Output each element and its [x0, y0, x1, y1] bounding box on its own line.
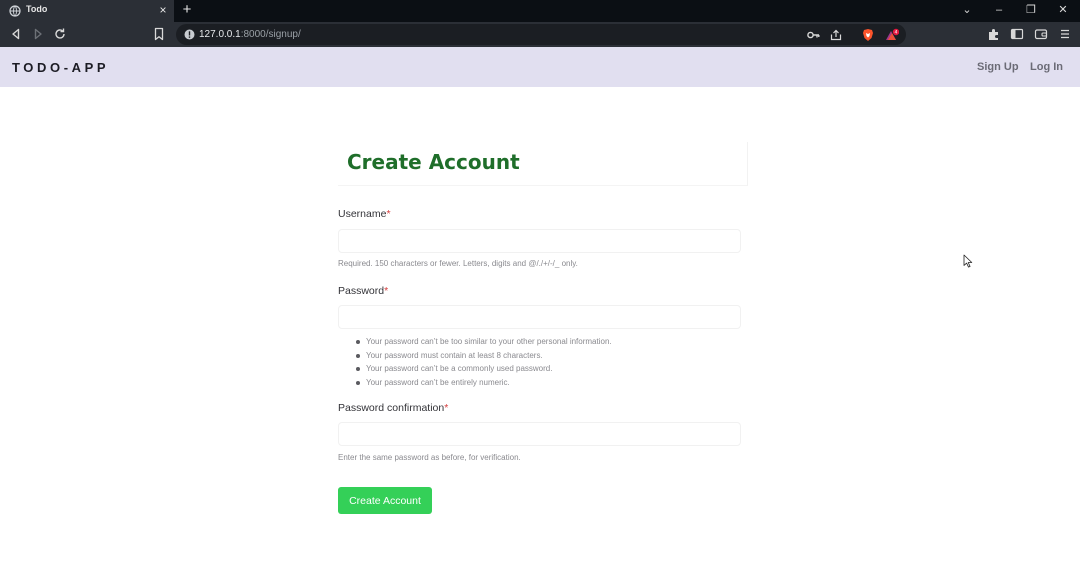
create-account-button[interactable]: Create Account: [338, 487, 432, 514]
address-bar[interactable]: 127.0.0.1:8000/signup/ 4: [176, 24, 906, 45]
page-title: Create Account: [347, 150, 520, 174]
key-icon[interactable]: [806, 28, 820, 42]
url-text[interactable]: 127.0.0.1:8000/signup/: [199, 29, 301, 40]
brave-shield-icon[interactable]: [861, 28, 875, 42]
rewards-badge-count: 4: [895, 30, 898, 36]
tab-title: Todo: [26, 4, 48, 14]
extensions-icon[interactable]: [987, 27, 1001, 41]
brave-rewards-icon[interactable]: 4: [885, 28, 899, 42]
nav-login-link[interactable]: Log In: [1030, 61, 1063, 73]
password-label: Password*: [338, 285, 389, 297]
password-confirmation-input[interactable]: [338, 422, 741, 446]
username-help-text: Required. 150 characters or fewer. Lette…: [338, 259, 578, 268]
password-input[interactable]: [338, 305, 741, 329]
close-window-button[interactable]: ✕: [1053, 1, 1073, 19]
required-mark: *: [386, 208, 391, 220]
wallet-icon[interactable]: [1034, 27, 1048, 41]
password-confirmation-label: Password confirmation*: [338, 402, 449, 414]
restore-button[interactable]: ❐: [1021, 1, 1041, 19]
reload-icon[interactable]: [52, 26, 68, 42]
forward-icon[interactable]: [30, 26, 46, 42]
nav-signup-link[interactable]: Sign Up: [977, 61, 1019, 73]
new-tab-button[interactable]: +: [179, 1, 195, 19]
back-icon[interactable]: [8, 26, 24, 42]
password-help-item: Your password must contain at least 8 ch…: [356, 349, 612, 363]
share-icon[interactable]: [829, 28, 843, 42]
password-help-item: Your password can’t be too similar to yo…: [356, 335, 612, 349]
browser-toolbar: 127.0.0.1:8000/signup/ 4: [0, 22, 1080, 47]
globe-icon: [9, 5, 21, 17]
tab-search-icon[interactable]: ⌄: [957, 1, 977, 19]
app-navbar: TODO-APP Sign Up Log In: [0, 47, 1080, 87]
required-mark: *: [384, 285, 389, 297]
info-icon[interactable]: [184, 29, 195, 40]
browser-tab-todo[interactable]: Todo ×: [0, 0, 174, 22]
bookmark-icon[interactable]: [151, 26, 167, 42]
title-card: Create Account: [338, 142, 748, 186]
password-help-item: Your password can’t be entirely numeric.: [356, 376, 612, 390]
username-label: Username*: [338, 208, 391, 220]
username-input[interactable]: [338, 229, 741, 253]
browser-tab-bar: Todo × + ⌄ – ❐ ✕: [0, 0, 1080, 22]
password-confirmation-help-text: Enter the same password as before, for v…: [338, 453, 521, 462]
brand-logo[interactable]: TODO-APP: [12, 60, 109, 75]
tab-close-icon[interactable]: ×: [156, 2, 170, 18]
menu-icon[interactable]: [1058, 27, 1072, 41]
mouse-cursor-icon: [963, 254, 973, 268]
password-help-list: Your password can’t be too similar to yo…: [356, 335, 612, 390]
required-mark: *: [444, 402, 449, 414]
minimize-button[interactable]: –: [989, 1, 1009, 19]
password-help-item: Your password can’t be a commonly used p…: [356, 362, 612, 376]
sidebar-icon[interactable]: [1010, 27, 1024, 41]
